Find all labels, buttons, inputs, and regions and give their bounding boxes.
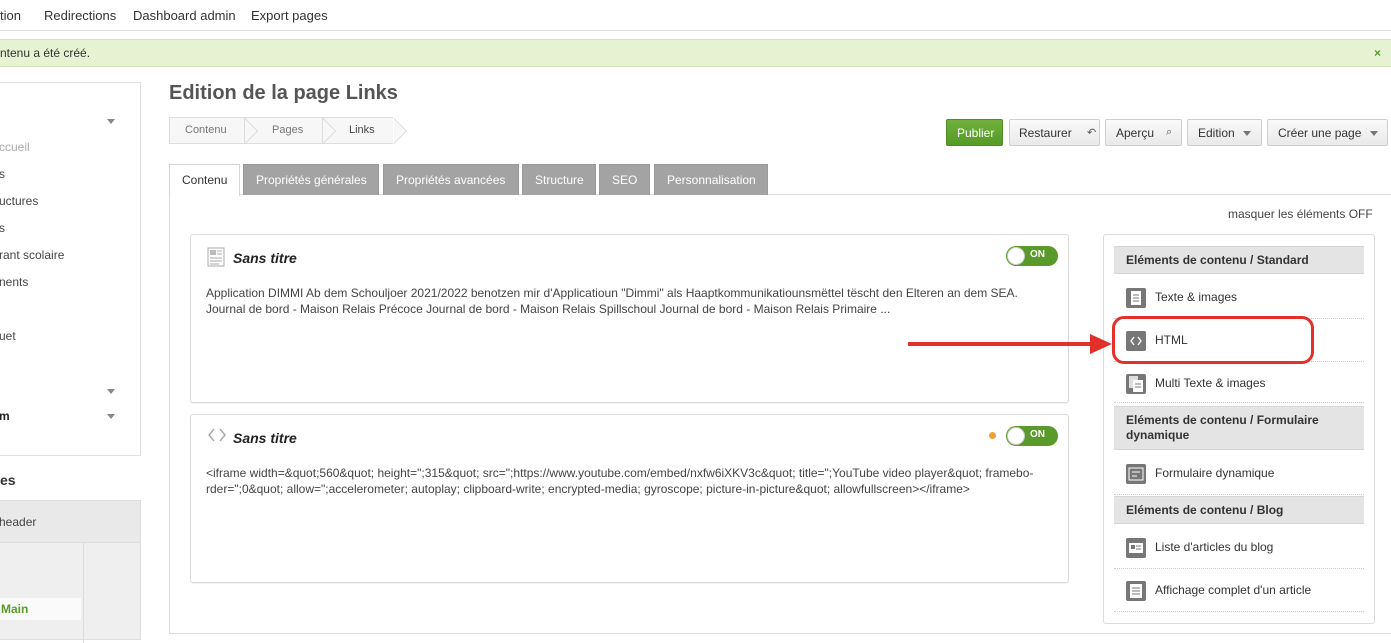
palette-item-multi-text-images[interactable]: Multi Texte & images — [1114, 363, 1364, 403]
block-title: Sans titre — [233, 430, 297, 446]
nav-item-dashboard-admin[interactable]: Dashboard admin — [133, 8, 236, 23]
text-image-icon — [207, 247, 225, 267]
tree-item-selected[interactable]: m — [0, 409, 10, 423]
preview-button[interactable]: Aperçu ⌕ — [1105, 119, 1182, 146]
tree-item[interactable]: s — [0, 167, 5, 181]
palette-section-formulaire-dynamique: Eléments de contenu / Formulaire dynamiq… — [1114, 406, 1364, 450]
toggle-knob — [1007, 427, 1025, 445]
content-elements-palette: Eléments de contenu / Standard Texte & i… — [1103, 234, 1375, 624]
palette-item-text-images[interactable]: Texte & images — [1114, 277, 1364, 319]
layout-main-label: Main — [1, 602, 29, 616]
content-block-text-images[interactable]: Sans titre ON Application DIMMI Ab dem S… — [190, 234, 1069, 403]
annotation-arrow-line — [908, 342, 1094, 346]
success-flash-message: ntenu a été créé. × — [0, 39, 1391, 67]
chevron-down-icon — [1370, 131, 1378, 136]
tab-proprietes-avancees[interactable]: Propriétés avancées — [383, 164, 519, 195]
top-navigation: tion Redirections Dashboard admin Export… — [0, 0, 1391, 31]
annotation-highlight-circle — [1112, 316, 1314, 364]
palette-item-full-article[interactable]: Affichage complet d'un article — [1114, 570, 1364, 612]
tab-proprietes-generales[interactable]: Propriétés générales — [243, 164, 379, 195]
hide-elements-toggle[interactable]: masquer les éléments OFF — [1228, 207, 1373, 221]
palette-section-blog: Eléments de contenu / Blog — [1114, 496, 1364, 524]
chevron-down-icon — [1243, 131, 1251, 136]
toggle-knob — [1007, 247, 1025, 265]
palette-item-blog-article-list[interactable]: Liste d'articles du blog — [1114, 527, 1364, 569]
tree-item-evenements[interactable]: nents — [0, 275, 28, 289]
layout-header-label: header — [0, 515, 37, 529]
palette-item-formulaire-dynamique[interactable]: Formulaire dynamique — [1114, 453, 1364, 495]
nav-item-export-pages[interactable]: Export pages — [251, 8, 328, 23]
edition-dropdown-button[interactable]: Edition — [1187, 119, 1262, 146]
chevron-down-icon[interactable] — [107, 414, 115, 419]
tree-item-bouquet[interactable]: uet — [0, 329, 16, 343]
tab-personnalisation[interactable]: Personnalisation — [654, 164, 768, 195]
annotation-arrow-head-icon — [1090, 334, 1112, 354]
tree-item-accueil[interactable]: ccueil — [0, 140, 30, 154]
form-icon — [1126, 464, 1146, 484]
restore-button[interactable]: Restaurer ↶ — [1009, 119, 1100, 146]
chevron-down-icon[interactable] — [107, 389, 115, 394]
create-page-dropdown-button[interactable]: Créer une page — [1267, 119, 1388, 146]
breadcrumb-item-contenu[interactable]: Contenu — [169, 117, 258, 144]
layout-preview-box: header Main — [0, 500, 141, 643]
undo-icon: ↶ — [1087, 127, 1097, 139]
article-list-icon — [1126, 538, 1146, 558]
magnifier-icon: ⌕ — [1166, 126, 1173, 138]
page-tree-panel: ccueil s uctures s rant scolaire nents u… — [0, 82, 141, 456]
content-block-html[interactable]: Sans titre ON <iframe width=&quot;560&qu… — [190, 414, 1069, 583]
block-preview-text: <iframe width=&quot;560&quot; height=";3… — [206, 466, 1034, 496]
tab-structure[interactable]: Structure — [522, 164, 596, 195]
text-image-icon — [1126, 288, 1146, 308]
palette-section-standard: Eléments de contenu / Standard — [1114, 246, 1364, 274]
block-title: Sans titre — [233, 250, 297, 266]
multi-text-image-icon — [1126, 374, 1146, 394]
block-preview-text: Application DIMMI Ab dem Schouljoer 2021… — [206, 286, 1018, 316]
chevron-down-icon[interactable] — [107, 119, 115, 124]
page-title: Edition de la page Links — [169, 82, 398, 104]
block-visibility-toggle[interactable]: ON — [1006, 426, 1058, 446]
nav-item-navigation[interactable]: tion — [0, 8, 21, 23]
nav-item-redirections[interactable]: Redirections — [44, 8, 116, 23]
close-icon[interactable]: × — [1374, 46, 1381, 60]
layout-main-zone[interactable]: Main — [0, 598, 81, 620]
code-icon — [208, 428, 226, 442]
templates-section-title: es — [0, 472, 16, 488]
tab-contenu[interactable]: Contenu — [169, 164, 240, 196]
block-visibility-toggle[interactable]: ON — [1006, 246, 1058, 266]
publish-button[interactable]: Publier — [946, 119, 1003, 146]
unsaved-indicator-icon — [989, 432, 996, 439]
article-icon — [1126, 581, 1146, 601]
tree-item-restaurant-scolaire[interactable]: rant scolaire — [0, 248, 64, 262]
tree-item-structures[interactable]: uctures — [0, 194, 38, 208]
layout-divider — [83, 543, 84, 643]
flash-text: ntenu a été créé. — [0, 46, 91, 60]
layout-header-zone[interactable]: header — [0, 501, 140, 543]
tab-seo[interactable]: SEO — [599, 164, 650, 195]
tree-item[interactable]: s — [0, 221, 5, 235]
